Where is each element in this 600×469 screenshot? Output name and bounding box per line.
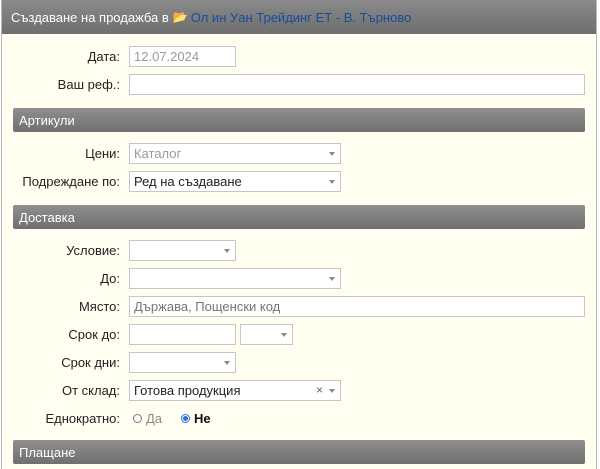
warehouse-label: От склад: [61,383,120,398]
place-label: Място: [78,299,120,314]
warehouse-select[interactable]: Готова продукция × [129,380,341,401]
order-value: Ред на създаване [134,174,242,189]
folder-icon: 📂 [172,10,188,24]
date-label: Дата: [87,49,120,64]
place-input[interactable] [129,296,585,317]
date-input[interactable] [129,46,236,67]
prices-select[interactable]: Каталог [129,143,341,164]
deadline-time-select[interactable] [240,324,293,345]
chevron-down-icon [329,277,335,281]
organization-link[interactable]: Ол ин Уан Трейдинг ЕТ - В. Търново [191,10,412,25]
clear-icon[interactable]: × [316,381,323,400]
form-title-bar: Създаване на продажба в 📂 Ол ин Уан Трей… [2,0,596,34]
order-select[interactable]: Ред на създаване [129,171,341,192]
chevron-down-icon [281,333,287,337]
condition-label: Условие: [66,243,120,258]
prices-label: Цени: [85,146,120,161]
section-articles[interactable]: Артикули [13,108,585,132]
to-label: До: [100,271,120,286]
onetime-yes-label: Да [146,411,163,426]
chevron-down-icon [329,389,335,393]
form-title: Създаване на продажба в [11,9,169,25]
chevron-down-icon [224,249,230,253]
radio-off-icon [133,414,142,423]
ref-input[interactable] [129,74,585,95]
order-label: Подреждане по: [22,174,120,189]
days-select[interactable] [129,352,236,373]
sale-create-form: Създаване на продажба в 📂 Ол ин Уан Трей… [1,0,597,469]
condition-select[interactable] [129,240,236,261]
deadline-date-input[interactable] [129,324,236,345]
onetime-no-radio[interactable]: Не [181,411,211,426]
deadline-label: Срок до: [68,327,120,342]
chevron-down-icon [224,361,230,365]
onetime-label: Еднократно: [45,411,120,426]
ref-label: Ваш реф.: [57,77,120,92]
onetime-yes-radio[interactable]: Да [133,411,162,426]
days-label: Срок дни: [61,355,120,370]
warehouse-value: Готова продукция [134,383,241,398]
section-delivery[interactable]: Доставка [13,205,585,229]
chevron-down-icon [329,180,335,184]
section-payment[interactable]: Плащане [13,440,585,464]
prices-value: Каталог [134,146,182,161]
chevron-down-icon [329,152,335,156]
radio-on-icon [181,414,190,423]
onetime-no-label: Не [194,411,211,426]
to-select[interactable] [129,268,341,289]
